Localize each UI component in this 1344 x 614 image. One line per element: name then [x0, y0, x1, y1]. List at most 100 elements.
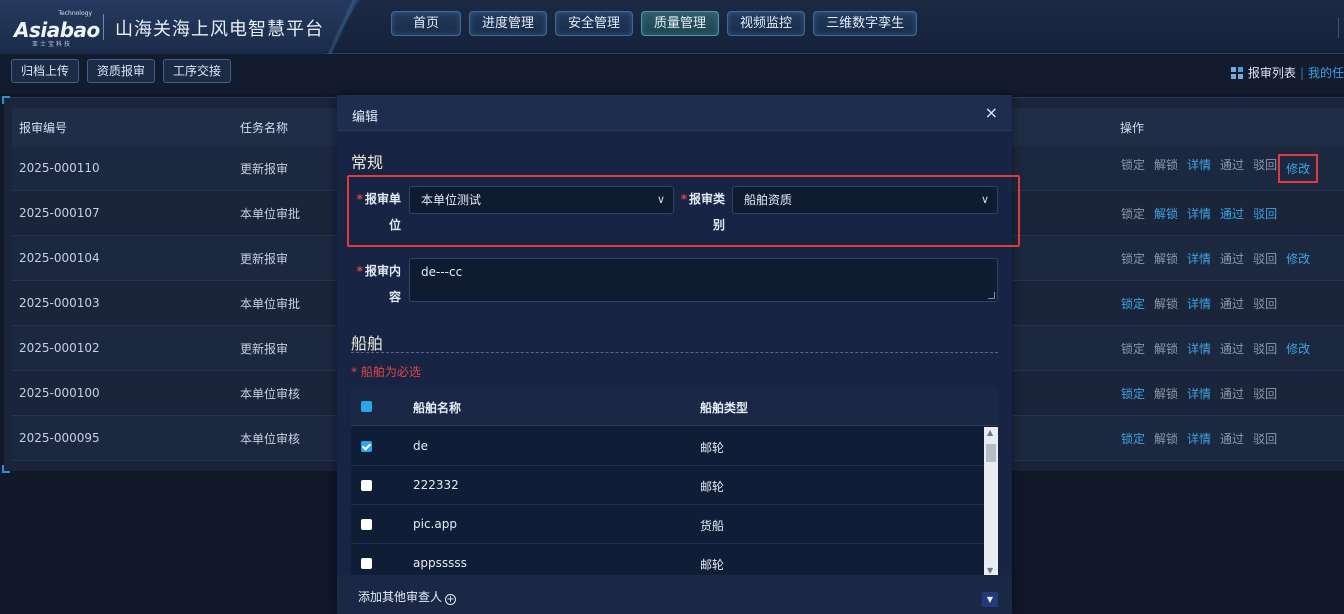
- dialog-footer: 添加其他审查人 + ▼: [337, 575, 1012, 614]
- row-operations: 锁定 解锁 详情 通过 驳回: [1121, 295, 1277, 312]
- ship-type: 邮轮: [700, 480, 725, 494]
- select-all-checkbox[interactable]: [361, 401, 372, 412]
- ship-table: 船舶名称 船舶类型 de 邮轮 222332 邮轮 pic.app 货船 appsssss 邮…: [351, 387, 998, 583]
- op-action[interactable]: 通过: [1220, 250, 1244, 267]
- op-action[interactable]: 驳回: [1253, 385, 1277, 402]
- process-handover-button[interactable]: 工序交接: [163, 59, 232, 83]
- row-operations: 锁定 解锁 详情 通过 驳回: [1121, 205, 1277, 222]
- op-action[interactable]: 通过: [1220, 430, 1244, 447]
- op-action[interactable]: 通过: [1220, 205, 1244, 222]
- review-no: 2025-000104: [19, 251, 100, 265]
- content-textarea[interactable]: de---cc: [409, 258, 998, 302]
- op-action[interactable]: 解锁: [1154, 250, 1178, 267]
- op-action[interactable]: 修改: [1286, 250, 1310, 267]
- op-action[interactable]: 解锁: [1154, 385, 1178, 402]
- ship-row[interactable]: de 邮轮: [351, 427, 984, 466]
- resize-handle[interactable]: [988, 292, 995, 299]
- op-action[interactable]: 修改: [1286, 340, 1310, 357]
- task-name: 本单位审核: [240, 431, 301, 446]
- op-action[interactable]: 详情: [1187, 295, 1211, 312]
- op-action[interactable]: 锁定: [1121, 156, 1145, 181]
- scroll-up-icon[interactable]: ▲: [987, 428, 993, 437]
- op-action[interactable]: 锁定: [1121, 385, 1145, 402]
- add-reviewer-button[interactable]: 添加其他审查人 +: [358, 588, 457, 605]
- op-action[interactable]: 通过: [1220, 295, 1244, 312]
- ship-checkbox[interactable]: [361, 480, 372, 491]
- ship-checkbox[interactable]: [361, 441, 372, 452]
- op-action[interactable]: 详情: [1187, 430, 1211, 447]
- op-action[interactable]: 通过: [1220, 156, 1244, 181]
- nav-home[interactable]: 首页: [391, 11, 461, 36]
- ship-checkbox[interactable]: [361, 519, 372, 530]
- archive-upload-button[interactable]: 归档上传: [11, 59, 80, 83]
- scroll-down-icon[interactable]: ▼: [982, 592, 998, 607]
- section-divider: [351, 352, 998, 353]
- row-operations: 锁定 解锁 详情 通过 驳回 修改: [1121, 250, 1310, 267]
- main-nav: 首页 进度管理 安全管理 质量管理 视频监控 三维数字孪生: [391, 11, 918, 36]
- op-action[interactable]: 解锁: [1154, 156, 1178, 181]
- view-switch: 报审列表 | 我的任: [1230, 64, 1344, 81]
- nav-quality[interactable]: 质量管理: [641, 11, 720, 36]
- task-name: 更新报审: [240, 341, 289, 356]
- row-operations: 锁定 解锁 详情 通过 驳回: [1121, 430, 1277, 447]
- plus-circle-icon: +: [445, 594, 457, 605]
- op-action[interactable]: 驳回: [1253, 340, 1277, 357]
- op-action[interactable]: 解锁: [1154, 205, 1178, 222]
- op-action[interactable]: 详情: [1187, 156, 1211, 181]
- review-no: 2025-000100: [19, 386, 100, 400]
- op-action[interactable]: 通过: [1220, 385, 1244, 402]
- ship-name: pic.app: [413, 517, 457, 531]
- row-operations: 锁定 解锁 详情 通过 驳回 修改: [1121, 340, 1310, 357]
- content-value: de---cc: [421, 265, 463, 279]
- sub-toolbar-buttons: 归档上传 资质报审 工序交接: [11, 59, 232, 83]
- ship-name: de: [413, 439, 428, 453]
- review-no: 2025-000095: [19, 431, 100, 445]
- op-action[interactable]: 驳回: [1253, 156, 1277, 181]
- row-operations: 锁定 解锁 详情 通过 驳回 修改: [1121, 153, 1319, 183]
- ship-type: 货船: [700, 519, 725, 533]
- op-action[interactable]: 详情: [1187, 340, 1211, 357]
- scroll-down-icon[interactable]: ▼: [987, 566, 993, 575]
- header-operations: 操作: [1120, 120, 1145, 135]
- qualification-submit-button[interactable]: 资质报审: [87, 59, 156, 83]
- close-icon[interactable]: ×: [985, 103, 998, 122]
- logo-tag: Technology: [58, 10, 92, 17]
- op-action[interactable]: 解锁: [1154, 430, 1178, 447]
- nav-digital-twin[interactable]: 三维数字孪生: [813, 11, 918, 36]
- grid-icon: [1230, 66, 1243, 79]
- op-action[interactable]: 详情: [1187, 205, 1211, 222]
- op-action[interactable]: 锁定: [1121, 250, 1145, 267]
- sub-toolbar: 归档上传 资质报审 工序交接 报审列表 | 我的任: [0, 54, 1344, 94]
- ship-table-scrollbar[interactable]: ▲ ▼: [984, 427, 998, 575]
- scroll-thumb[interactable]: [986, 444, 996, 462]
- op-action[interactable]: 解锁: [1154, 295, 1178, 312]
- content-label-wrap: 容: [388, 290, 401, 304]
- op-action[interactable]: 锁定: [1121, 340, 1145, 357]
- op-action[interactable]: 通过: [1220, 340, 1244, 357]
- my-tasks-tab[interactable]: 我的任: [1308, 64, 1344, 81]
- op-action[interactable]: 修改: [1278, 153, 1319, 183]
- op-action[interactable]: 解锁: [1154, 340, 1178, 357]
- nav-safety[interactable]: 安全管理: [555, 11, 634, 36]
- op-action[interactable]: 驳回: [1253, 205, 1277, 222]
- content-label: * 报审内: [356, 264, 401, 278]
- op-action[interactable]: 锁定: [1121, 295, 1145, 312]
- op-action[interactable]: 驳回: [1253, 250, 1277, 267]
- op-action[interactable]: 驳回: [1253, 295, 1277, 312]
- ship-row[interactable]: 222332 邮轮: [351, 466, 984, 505]
- nav-progress[interactable]: 进度管理: [469, 11, 548, 36]
- ship-checkbox[interactable]: [361, 558, 372, 569]
- op-action[interactable]: 详情: [1187, 385, 1211, 402]
- op-action[interactable]: 详情: [1187, 250, 1211, 267]
- ship-row[interactable]: pic.app 货船: [351, 505, 984, 544]
- panel-corner: [2, 465, 10, 473]
- op-action[interactable]: 锁定: [1121, 430, 1145, 447]
- nav-video[interactable]: 视频监控: [727, 11, 806, 36]
- op-action[interactable]: 驳回: [1253, 430, 1277, 447]
- header-task-name: 任务名称: [240, 120, 289, 135]
- dialog-title: 编辑: [352, 110, 379, 125]
- review-list-tab[interactable]: 报审列表: [1248, 64, 1296, 81]
- header-review-no: 报审编号: [19, 120, 68, 135]
- op-action[interactable]: 锁定: [1121, 205, 1145, 222]
- highlight-box: [347, 175, 1020, 247]
